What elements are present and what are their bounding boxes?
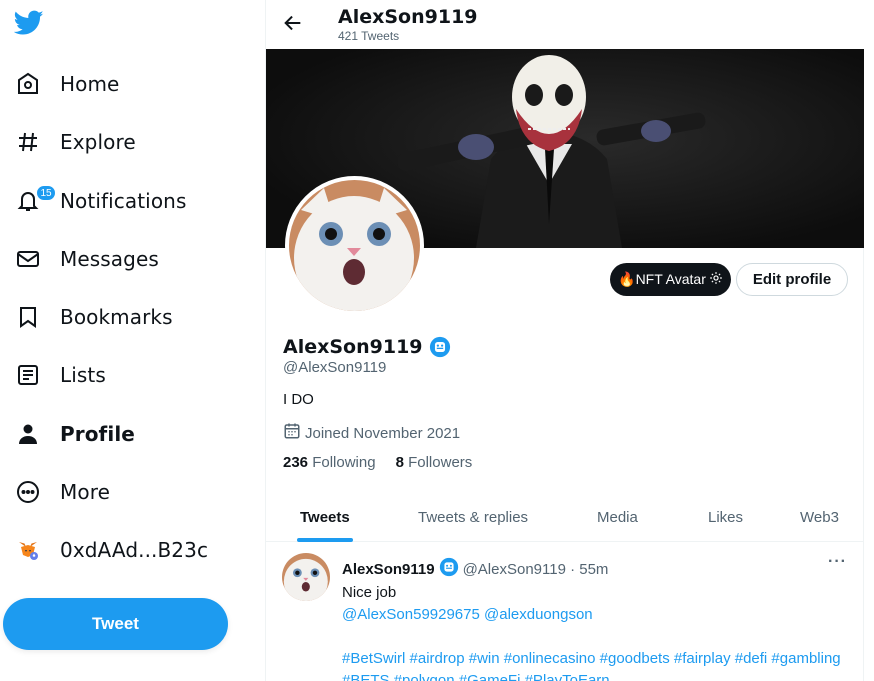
profile-joined: Joined November 2021 bbox=[283, 422, 460, 444]
tweet-hashtags[interactable]: #BetSwirl #airdrop #win #onlinecasino #g… bbox=[342, 648, 862, 681]
edit-profile-button[interactable]: Edit profile bbox=[736, 263, 848, 296]
person-icon bbox=[14, 420, 42, 448]
nav-explore-label: Explore bbox=[60, 130, 136, 154]
tweet-button[interactable]: Tweet bbox=[3, 598, 228, 650]
nav-wallet[interactable]: 0xdAAd...B23c bbox=[0, 527, 260, 573]
nav-home-label: Home bbox=[60, 72, 120, 96]
tab-media[interactable]: Media bbox=[597, 492, 638, 542]
nav-profile[interactable]: Profile bbox=[0, 411, 260, 457]
profile-tabs: Tweets Tweets & replies Media Likes Web3 bbox=[266, 492, 864, 542]
more-circle-icon bbox=[14, 478, 42, 506]
bell-icon: 15 bbox=[14, 185, 56, 215]
nft-hexagon-badge-icon bbox=[439, 557, 459, 581]
nav-more[interactable]: More bbox=[0, 469, 260, 515]
nav-wallet-label: 0xdAAd...B23c bbox=[60, 538, 209, 562]
followers-count: 8 bbox=[395, 454, 404, 471]
nav-profile-label: Profile bbox=[60, 422, 135, 446]
nav-bookmarks[interactable]: Bookmarks bbox=[0, 294, 260, 340]
followers-link[interactable]: 8 Followers bbox=[396, 454, 473, 471]
envelope-icon bbox=[14, 245, 42, 273]
bookmark-icon bbox=[14, 303, 42, 331]
notification-count-badge: 15 bbox=[36, 185, 56, 201]
profile-avatar[interactable] bbox=[285, 176, 424, 315]
calendar-icon bbox=[283, 422, 301, 444]
nav-more-label: More bbox=[60, 480, 110, 504]
following-label: Following bbox=[312, 454, 376, 471]
tweet-mentions[interactable]: @AlexSon59929675 @alexduongson bbox=[342, 604, 593, 626]
tweet-header: AlexSon9119 @AlexSon9119 · 55m bbox=[342, 557, 608, 581]
tweet-item[interactable]: AlexSon9119 @AlexSon9119 · 55m ··· Nice … bbox=[266, 543, 864, 681]
joined-date: Joined November 2021 bbox=[305, 424, 461, 442]
nav-lists[interactable]: Lists bbox=[0, 352, 260, 398]
nav-explore[interactable]: Explore bbox=[0, 119, 260, 165]
metamask-fox-icon bbox=[14, 536, 42, 564]
sidebar: Home Explore 15 Notifications Messages B… bbox=[0, 0, 266, 681]
nav-home[interactable]: Home bbox=[0, 61, 260, 107]
tweet-author-name[interactable]: AlexSon9119 bbox=[342, 561, 435, 578]
nav-notifications-label: Notifications bbox=[60, 189, 187, 213]
nav-messages-label: Messages bbox=[60, 247, 159, 271]
header-title: AlexSon9119 bbox=[338, 6, 478, 28]
profile-bio: I DO bbox=[283, 391, 314, 408]
nav-lists-label: Lists bbox=[60, 363, 106, 387]
active-tab-indicator bbox=[297, 538, 353, 542]
profile-column: AlexSon9119 421 Tweets 🔥NFT Avatar Edit … bbox=[266, 0, 864, 681]
tweet-meta: @AlexSon9119 · 55m bbox=[462, 560, 609, 578]
followers-label: Followers bbox=[408, 454, 473, 471]
tab-tweets[interactable]: Tweets bbox=[300, 492, 350, 542]
tab-web3[interactable]: Web3 bbox=[800, 492, 839, 542]
follow-stats: 236 Following 8 Followers bbox=[283, 454, 472, 471]
nav-messages[interactable]: Messages bbox=[0, 236, 260, 282]
nft-avatar-label: 🔥NFT Avatar bbox=[618, 271, 706, 287]
more-options-icon[interactable]: ··· bbox=[828, 553, 847, 571]
hashtag-icon bbox=[14, 128, 42, 156]
nft-avatar-button[interactable]: 🔥NFT Avatar bbox=[610, 263, 731, 296]
twitter-bird-icon[interactable] bbox=[13, 10, 44, 36]
following-count: 236 bbox=[283, 454, 309, 471]
tweet-count: 421 Tweets bbox=[338, 29, 400, 43]
tab-likes[interactable]: Likes bbox=[708, 492, 743, 542]
nav-notifications[interactable]: 15 Notifications bbox=[0, 178, 260, 224]
nav-bookmarks-label: Bookmarks bbox=[60, 305, 173, 329]
nft-hexagon-badge-icon[interactable] bbox=[429, 336, 451, 358]
home-icon bbox=[14, 70, 42, 98]
profile-name: AlexSon9119 bbox=[283, 336, 423, 358]
list-icon bbox=[14, 361, 42, 389]
profile-header: AlexSon9119 421 Tweets bbox=[266, 0, 864, 49]
tweet-text: Nice job bbox=[342, 584, 397, 601]
gear-icon bbox=[709, 271, 723, 288]
tab-tweets-replies[interactable]: Tweets & replies bbox=[418, 492, 528, 542]
tweet-avatar[interactable] bbox=[282, 553, 330, 601]
following-link[interactable]: 236 Following bbox=[283, 454, 376, 471]
profile-name-row: AlexSon9119 bbox=[283, 336, 451, 358]
back-arrow-icon[interactable] bbox=[282, 12, 304, 34]
profile-handle: @AlexSon9119 bbox=[283, 359, 387, 376]
